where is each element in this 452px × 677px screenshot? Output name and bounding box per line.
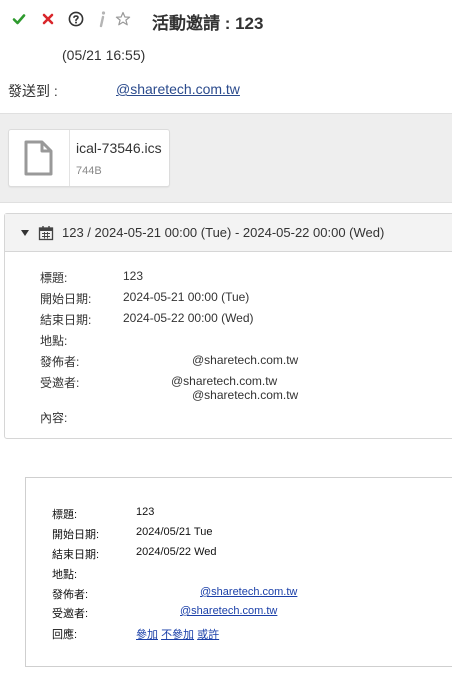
attachment-area: ical-73546.ics 744B bbox=[0, 113, 452, 203]
file-icon bbox=[24, 140, 53, 176]
tentative-button[interactable] bbox=[67, 10, 85, 28]
send-to-label: 發送到 : bbox=[8, 83, 58, 99]
decline-link[interactable]: 不參加 bbox=[161, 629, 194, 641]
info-icon bbox=[99, 11, 106, 28]
attachment-name: ical-73546.ics bbox=[76, 140, 162, 156]
attachment-card[interactable]: ical-73546.ics 744B bbox=[8, 129, 170, 187]
invite-label: 發佈者: bbox=[52, 589, 89, 601]
event-header-text: 123 / 2024-05-21 00:00 (Tue) - 2024-05-2… bbox=[62, 225, 385, 240]
invite-label: 受邀者: bbox=[52, 608, 89, 620]
x-icon bbox=[42, 13, 54, 25]
event-value: 2024-05-21 00:00 (Tue) bbox=[123, 290, 250, 304]
decline-button[interactable] bbox=[39, 10, 57, 28]
invite-label: 地點: bbox=[52, 569, 78, 581]
response-links: 參加 不參加 或許 bbox=[136, 626, 219, 642]
event-header[interactable]: 123 / 2024-05-21 00:00 (Tue) - 2024-05-2… bbox=[5, 214, 452, 252]
event-label: 開始日期: bbox=[40, 292, 92, 306]
sender-line: (05/21 16:55) bbox=[0, 44, 452, 68]
invite-label: 標題: bbox=[52, 509, 78, 521]
invitee-email: @sharetech.com.tw bbox=[192, 388, 299, 402]
invitee-email: @sharetech.com.tw bbox=[171, 374, 278, 388]
star-button[interactable] bbox=[114, 10, 132, 28]
info-button[interactable] bbox=[93, 10, 111, 28]
star-icon bbox=[115, 11, 131, 26]
recipient-email-link[interactable]: @sharetech.com.tw bbox=[116, 81, 240, 97]
check-icon bbox=[12, 14, 26, 25]
attachment-size: 744B bbox=[76, 165, 102, 177]
invitee-email-link[interactable]: @sharetech.com.tw bbox=[180, 605, 277, 617]
sender-name-redacted bbox=[7, 45, 55, 65]
invitation-body: 標題: 123 開始日期: 2024/05/21 Tue 結束日期: 2024/… bbox=[25, 477, 452, 667]
event-label: 內容: bbox=[40, 411, 68, 425]
invite-value: 2024/05/22 Wed bbox=[136, 546, 217, 558]
event-label: 標題: bbox=[40, 271, 68, 285]
organizer-email: @sharetech.com.tw bbox=[192, 353, 299, 367]
sender-time: (05/21 16:55) bbox=[62, 47, 146, 63]
invite-label: 結束日期: bbox=[52, 549, 100, 561]
accept-link[interactable]: 參加 bbox=[136, 629, 158, 641]
invite-label: 回應: bbox=[52, 629, 78, 641]
accept-button[interactable] bbox=[10, 10, 28, 28]
message-toolbar: 活動邀請 : 123 bbox=[0, 0, 452, 40]
event-summary: 123 / 2024-05-21 00:00 (Tue) - 2024-05-2… bbox=[4, 213, 452, 439]
invite-value: 123 bbox=[136, 506, 155, 518]
attachment-icon-cell bbox=[9, 130, 70, 186]
calendar-icon bbox=[38, 226, 54, 241]
question-icon bbox=[68, 11, 84, 27]
event-label: 地點: bbox=[40, 334, 68, 348]
event-label: 發佈者: bbox=[40, 355, 80, 369]
message-title: 活動邀請 : 123 bbox=[152, 14, 264, 33]
invite-value: 2024/05/21 Tue bbox=[136, 526, 213, 538]
event-label: 受邀者: bbox=[40, 376, 80, 390]
maybe-link[interactable]: 或許 bbox=[197, 629, 219, 641]
event-label: 結束日期: bbox=[40, 313, 92, 327]
organizer-email-link[interactable]: @sharetech.com.tw bbox=[200, 586, 297, 598]
recipient-line: 發送到 : @sharetech.com.tw bbox=[0, 78, 452, 102]
event-value: 123 bbox=[123, 269, 144, 283]
event-value: 2024-05-22 00:00 (Wed) bbox=[123, 311, 254, 325]
collapse-toggle-icon[interactable] bbox=[20, 228, 30, 238]
invite-label: 開始日期: bbox=[52, 529, 100, 541]
